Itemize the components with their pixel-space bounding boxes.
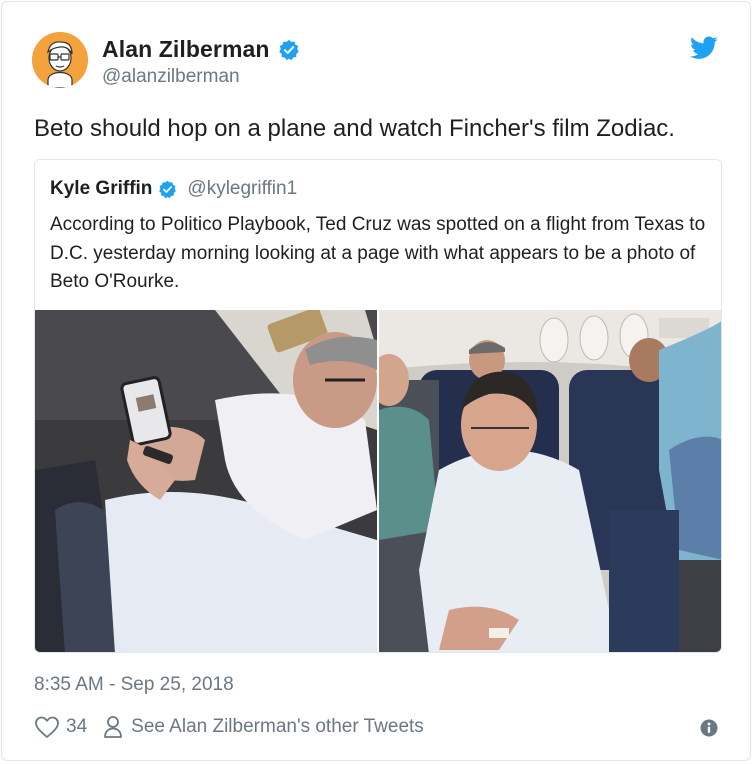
person-icon — [104, 716, 123, 738]
photo-man-in-airplane-seat[interactable] — [379, 310, 721, 652]
quoted-author-name[interactable]: Kyle Griffin — [50, 178, 152, 200]
quoted-media[interactable] — [35, 310, 721, 652]
verified-badge-icon — [158, 180, 177, 199]
avatar[interactable] — [32, 32, 88, 88]
tweet-text: Beto should hop on a plane and watch Fin… — [34, 115, 675, 142]
like-button[interactable]: 34 — [34, 715, 87, 739]
verified-badge-icon — [278, 39, 300, 61]
quoted-author-handle[interactable]: @kylegriffin1 — [187, 178, 297, 200]
tweet-timestamp[interactable]: 8:35 AM - Sep 25, 2018 — [34, 674, 234, 696]
info-icon[interactable] — [700, 719, 718, 737]
quoted-tweet-text: According to Politico Playbook, Ted Cruz… — [50, 214, 706, 292]
see-other-tweets-link[interactable]: See Alan Zilberman's other Tweets — [103, 715, 424, 739]
tweet-actions: 34 See Alan Zilberman's other Tweets — [34, 713, 424, 741]
embedded-tweet-card: Alan Zilberman @alanzilberman Beto shoul… — [1, 1, 751, 761]
author-name[interactable]: Alan Zilberman — [102, 36, 270, 63]
twitter-bird-icon[interactable] — [690, 36, 718, 60]
quoted-tweet[interactable]: Kyle Griffin @kylegriffin1 According to … — [34, 159, 722, 653]
like-count: 34 — [66, 716, 88, 737]
photo-man-holding-phone[interactable] — [35, 310, 377, 652]
see-other-tweets-label[interactable]: See Alan Zilberman's other Tweets — [131, 716, 424, 738]
author-handle[interactable]: @alanzilberman — [102, 66, 240, 88]
quoted-author-row[interactable]: Kyle Griffin @kylegriffin1 — [50, 178, 297, 200]
heart-icon — [35, 716, 59, 738]
author-name-row[interactable]: Alan Zilberman — [102, 36, 300, 63]
